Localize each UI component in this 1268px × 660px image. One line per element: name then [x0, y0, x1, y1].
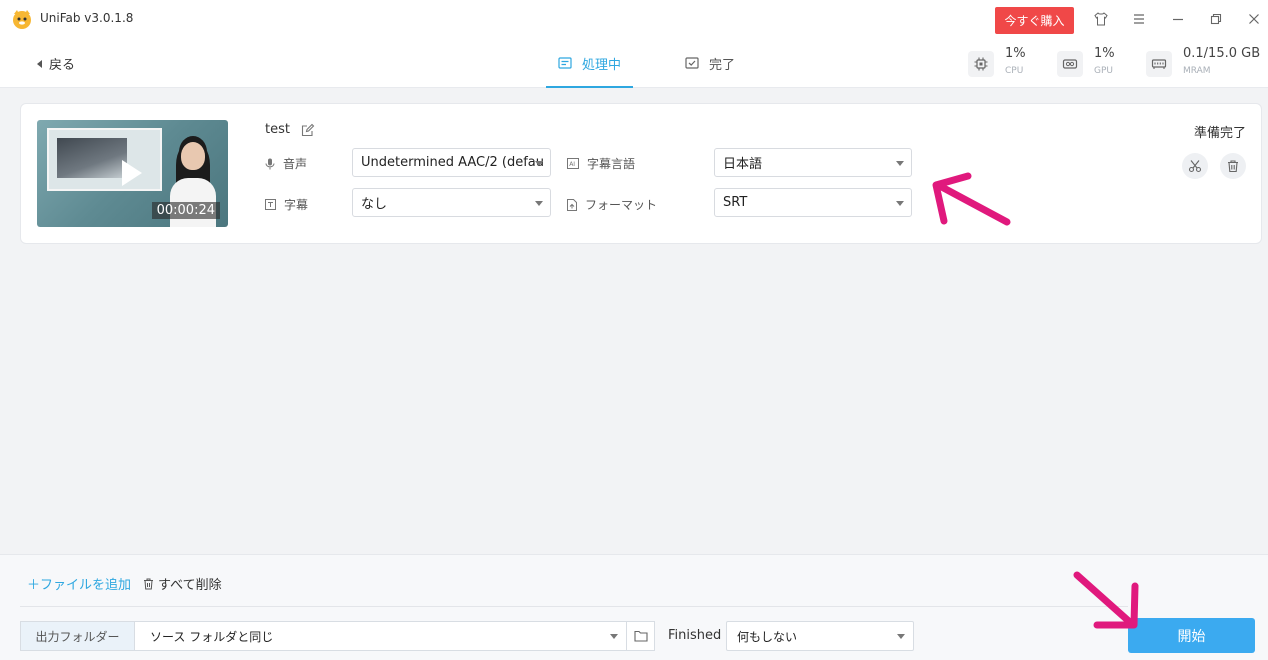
minimize-icon[interactable] — [1168, 9, 1188, 29]
thumbnail-screen-graphic — [47, 128, 162, 191]
output-folder-value: ソース フォルダと同じ — [150, 629, 274, 644]
format-value: SRT — [723, 195, 748, 210]
subtitle-language-label: 字幕言語 — [587, 157, 636, 171]
mram-value: 0.1/15.0 GB — [1183, 46, 1261, 61]
gpu-icon — [1057, 51, 1083, 77]
subtitle-language-value: 日本語 — [723, 157, 763, 172]
title-bar: UniFab v3.0.1.8 今すぐ購入 — [0, 0, 1268, 38]
back-arrow-icon — [37, 59, 42, 68]
subtitle-label: 字幕 — [284, 198, 309, 212]
audio-track-select[interactable]: Undetermined AAC/2 (defau — [352, 148, 551, 177]
play-icon[interactable] — [122, 160, 142, 186]
output-folder-select[interactable]: ソース フォルダと同じ — [135, 621, 627, 651]
delete-all-label: すべて削除 — [158, 578, 222, 593]
audio-track-value: Undetermined AAC/2 (defau — [361, 155, 544, 170]
chevron-down-icon — [896, 161, 904, 166]
gpu-stat: 1% GPU — [1057, 46, 1127, 80]
task-card: 00:00:24 test 音声 Undetermined AAC/2 (def… — [20, 103, 1262, 244]
delete-all-button[interactable]: すべて削除 — [143, 574, 222, 593]
audio-field-label: 音声 — [265, 155, 307, 172]
scissors-icon[interactable] — [1182, 153, 1208, 179]
subtitle-language-select[interactable]: 日本語 — [714, 148, 912, 177]
subtitle-value: なし — [361, 197, 388, 212]
cpu-value: 1% — [1005, 46, 1026, 61]
gpu-value: 1% — [1094, 46, 1115, 61]
back-button[interactable]: 戻る — [37, 54, 75, 73]
output-folder-label: 出力フォルダー — [20, 621, 135, 651]
mram-label: MRAM — [1183, 66, 1211, 76]
trash-icon[interactable] — [1220, 153, 1246, 179]
close-icon[interactable] — [1244, 9, 1264, 29]
finished-label: Finished — [668, 628, 722, 643]
restore-icon[interactable] — [1206, 9, 1226, 29]
video-thumbnail[interactable]: 00:00:24 — [37, 120, 228, 227]
folder-icon[interactable] — [627, 621, 655, 651]
list-window-icon — [558, 57, 572, 69]
after-finish-select[interactable]: 何もしない — [726, 621, 914, 651]
cpu-stat: 1% CPU — [968, 46, 1038, 80]
check-box-icon — [685, 57, 699, 69]
subtitle-language-field-label: AI 字幕言語 — [567, 155, 635, 172]
after-finish-value: 何もしない — [737, 629, 798, 644]
task-list-area: 00:00:24 test 音声 Undetermined AAC/2 (def… — [0, 89, 1268, 554]
add-file-button[interactable]: ＋ファイルを追加 — [27, 574, 131, 593]
nav-bar: 戻る 処理中 完了 1% CPU 1% GPU 0.1/15.0 GB MRAM — [0, 38, 1268, 88]
trash-icon — [144, 578, 153, 589]
text-box-icon — [265, 199, 276, 210]
start-button[interactable]: 開始 — [1128, 618, 1255, 653]
format-select[interactable]: SRT — [714, 188, 912, 217]
cpu-icon — [968, 51, 994, 77]
chevron-down-icon — [897, 634, 905, 639]
tab-processing-label: 処理中 — [582, 57, 622, 73]
mram-stat: 0.1/15.0 GB MRAM — [1146, 46, 1264, 80]
shirt-icon[interactable] — [1091, 9, 1111, 29]
subtitle-field-label: 字幕 — [265, 196, 308, 213]
svg-text:AI: AI — [569, 161, 575, 168]
microphone-icon — [265, 158, 275, 169]
divider — [20, 606, 1128, 607]
audio-label: 音声 — [283, 157, 308, 171]
chevron-down-icon — [610, 634, 618, 639]
menu-icon[interactable] — [1129, 9, 1149, 29]
buy-now-button[interactable]: 今すぐ購入 — [995, 7, 1074, 34]
gpu-label: GPU — [1094, 66, 1113, 76]
video-duration: 00:00:24 — [151, 202, 220, 219]
file-icon — [567, 198, 577, 211]
bottom-bar: ＋ファイルを追加 すべて削除 出力フォルダー ソース フォルダと同じ Finis… — [0, 554, 1268, 660]
unifab-logo-icon — [13, 10, 31, 29]
status-badge: 準備完了 — [1193, 126, 1246, 141]
memory-icon — [1146, 51, 1172, 77]
back-label: 戻る — [49, 58, 76, 73]
edit-icon[interactable] — [301, 123, 315, 137]
subtitle-select[interactable]: なし — [352, 188, 551, 217]
file-name: test — [265, 122, 290, 137]
chevron-down-icon — [896, 201, 904, 206]
cpu-label: CPU — [1005, 66, 1024, 76]
tab-processing[interactable]: 処理中 — [545, 38, 634, 88]
app-title: UniFab v3.0.1.8 — [40, 11, 134, 25]
ai-icon: AI — [567, 158, 579, 169]
chevron-down-icon — [535, 201, 543, 206]
format-field-label: フォーマット — [567, 196, 657, 213]
tab-completed-label: 完了 — [709, 57, 736, 73]
format-label: フォーマット — [585, 198, 658, 212]
chevron-down-icon — [535, 161, 543, 166]
tab-completed[interactable]: 完了 — [685, 38, 735, 88]
